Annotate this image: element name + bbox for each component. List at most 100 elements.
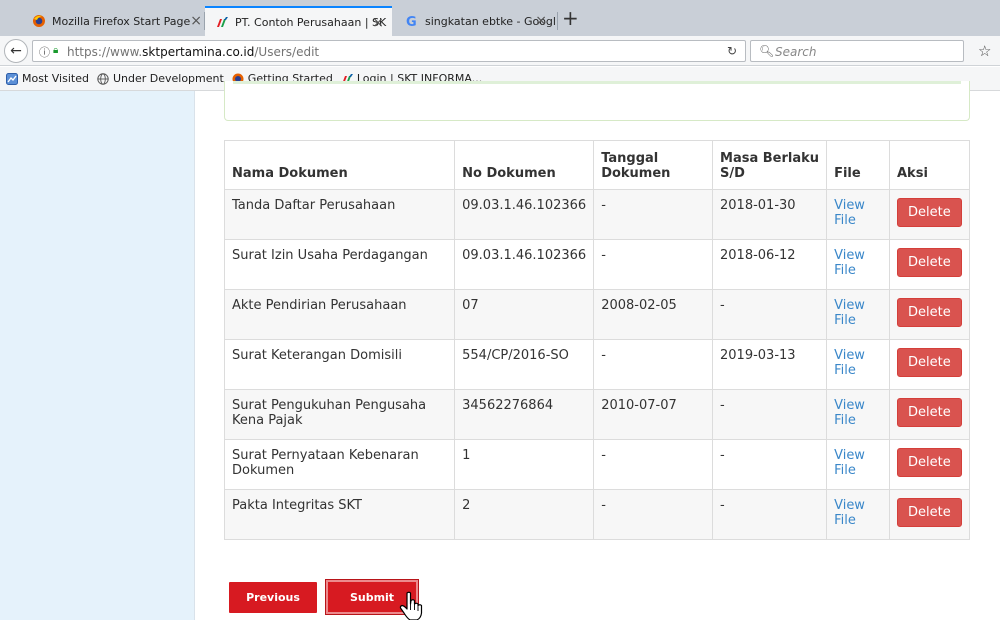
browser-tab-pt-contoh[interactable]: PT. Contoh Perusahaan | SK × <box>205 6 392 36</box>
url-path: /Users/edit <box>254 45 320 59</box>
search-placeholder: Search <box>775 45 817 59</box>
bookmark-most-visited[interactable]: Most Visited <box>6 72 89 85</box>
url-bar[interactable]: ⓘ 🔒︎ https://www.sktpertamina.co.id/User… <box>32 40 746 62</box>
cell-aksi: Delete <box>889 189 970 240</box>
svg-text:G: G <box>406 15 417 28</box>
delete-button[interactable]: Delete <box>897 298 962 327</box>
col-header-no-dokumen: No Dokumen <box>454 140 595 190</box>
cell-masa-berlaku: - <box>712 389 828 440</box>
back-arrow-icon: ← <box>10 43 22 59</box>
cell-no-dokumen: 34562276864 <box>454 389 595 440</box>
cell-tanggal-dokumen: - <box>593 339 714 390</box>
cell-tanggal-dokumen: 2008-02-05 <box>593 289 714 340</box>
sidebar-background <box>0 91 194 620</box>
col-header-nama-dokumen: Nama Dokumen <box>223 140 456 190</box>
cell-aksi: Delete <box>889 489 970 540</box>
delete-button[interactable]: Delete <box>897 498 962 527</box>
most-visited-icon <box>6 72 18 85</box>
browser-tab-bar: Mozilla Firefox Start Page × PT. Contoh … <box>0 0 1000 36</box>
tab-title: PT. Contoh Perusahaan | SK <box>235 15 387 29</box>
new-tab-button[interactable]: + <box>562 8 579 28</box>
cell-nama-dokumen: Surat Pernyataan Kebenaran Dokumen <box>223 439 456 490</box>
cell-file: View File <box>826 239 890 290</box>
back-button[interactable]: ← <box>4 39 28 63</box>
col-header-masa-berlaku: Masa Berlaku S/D <box>712 140 828 190</box>
google-icon: G <box>406 15 417 28</box>
browser-tab-firefox-start[interactable]: Mozilla Firefox Start Page × <box>22 6 210 36</box>
cell-nama-dokumen: Tanda Daftar Perusahaan <box>223 189 456 240</box>
view-file-link[interactable]: View File <box>834 398 870 428</box>
tab-separator <box>557 12 558 30</box>
cell-aksi: Delete <box>889 339 970 390</box>
cell-nama-dokumen: Surat Keterangan Domisili <box>223 339 456 390</box>
cell-aksi: Delete <box>889 239 970 290</box>
cell-no-dokumen: 09.03.1.46.102366 <box>454 239 595 290</box>
reload-icon[interactable]: ↻ <box>727 44 737 58</box>
cell-tanggal-dokumen: 2010-07-07 <box>593 389 714 440</box>
cell-tanggal-dokumen: - <box>593 489 714 540</box>
col-header-tanggal-dokumen: Tanggal Dokumen <box>593 140 714 190</box>
delete-button[interactable]: Delete <box>897 348 962 377</box>
table-row: Surat Izin Usaha Perdagangan 09.03.1.46.1… <box>223 239 970 290</box>
cell-file: View File <box>826 189 890 240</box>
view-file-link[interactable]: View File <box>834 498 870 528</box>
delete-button[interactable]: Delete <box>897 398 962 427</box>
cell-file: View File <box>826 289 890 340</box>
cell-masa-berlaku: 2019-03-13 <box>712 339 828 390</box>
search-bar[interactable]: 🔍︎ Search <box>750 40 964 62</box>
table-row: Akte Pendirian Perusahaan 07 2008-02-05- Vi… <box>223 289 970 340</box>
url-domain: sktpertamina.co.id <box>142 45 255 59</box>
pertamina-icon <box>217 17 228 27</box>
cell-masa-berlaku: 2018-06-12 <box>712 239 828 290</box>
success-alert-box <box>224 81 970 121</box>
page-content: Nama Dokumen No Dokumen Tanggal Dokumen … <box>0 81 1000 620</box>
cell-no-dokumen: 2 <box>454 489 595 540</box>
bookmark-under-development[interactable]: Under Development <box>97 72 224 85</box>
delete-button[interactable]: Delete <box>897 448 962 477</box>
cell-aksi: Delete <box>889 389 970 440</box>
table-row: Pakta Integritas SKT 2- - View File Delete <box>223 489 970 540</box>
cell-nama-dokumen: Surat Izin Usaha Perdagangan <box>223 239 456 290</box>
view-file-link[interactable]: View File <box>834 448 870 478</box>
lock-icon[interactable]: 🔒︎ <box>53 45 58 56</box>
cell-no-dokumen: 554/CP/2016-SO <box>454 339 595 390</box>
cell-tanggal-dokumen: - <box>593 439 714 490</box>
url-prefix: https://www. <box>67 45 143 59</box>
bookmark-label: Under Development <box>112 72 224 85</box>
cell-no-dokumen: 1 <box>454 439 595 490</box>
url-text: https://www.sktpertamina.co.id/Users/edi… <box>67 45 319 59</box>
view-file-link[interactable]: View File <box>834 248 870 278</box>
browser-tab-google[interactable]: G singkatan ebtke - Google Se × <box>395 6 555 36</box>
table-header-row: Nama Dokumen No Dokumen Tanggal Dokumen … <box>223 140 970 190</box>
globe-icon <box>97 72 109 85</box>
close-icon[interactable]: × <box>535 13 547 29</box>
hand-cursor-icon <box>399 591 423 620</box>
cell-nama-dokumen: Surat Pengukuhan Pengusaha Kena Pajak <box>223 389 456 440</box>
bookmark-star-icon[interactable]: ☆ <box>978 42 991 60</box>
view-file-link[interactable]: View File <box>834 348 870 378</box>
delete-button[interactable]: Delete <box>897 198 962 227</box>
cell-masa-berlaku: - <box>712 289 828 340</box>
info-icon[interactable]: ⓘ <box>39 44 50 60</box>
cell-masa-berlaku: 2018-01-30 <box>712 189 828 240</box>
view-file-link[interactable]: View File <box>834 198 870 228</box>
table-row: Surat Pernyataan Kebenaran Dokumen 1- - Vie… <box>223 439 970 490</box>
cell-file: View File <box>826 489 890 540</box>
tab-title: Mozilla Firefox Start Page <box>52 14 191 28</box>
cell-aksi: Delete <box>889 289 970 340</box>
cell-file: View File <box>826 389 890 440</box>
browser-nav-bar: ← ⓘ 🔒︎ https://www.sktpertamina.co.id/Us… <box>0 36 1000 66</box>
view-file-link[interactable]: View File <box>834 298 870 328</box>
cell-nama-dokumen: Akte Pendirian Perusahaan <box>223 289 456 340</box>
table-row: Tanda Daftar Perusahaan 09.03.1.46.102366… <box>223 189 970 240</box>
cell-no-dokumen: 09.03.1.46.102366 <box>454 189 595 240</box>
firefox-icon <box>33 15 45 27</box>
cell-masa-berlaku: - <box>712 439 828 490</box>
cell-file: View File <box>826 339 890 390</box>
alert-green-bar <box>233 81 961 84</box>
previous-button[interactable]: Previous <box>229 582 317 613</box>
delete-button[interactable]: Delete <box>897 248 962 277</box>
close-icon[interactable]: × <box>372 15 384 31</box>
close-icon[interactable]: × <box>190 13 202 29</box>
documents-table: Nama Dokumen No Dokumen Tanggal Dokumen … <box>223 140 970 540</box>
